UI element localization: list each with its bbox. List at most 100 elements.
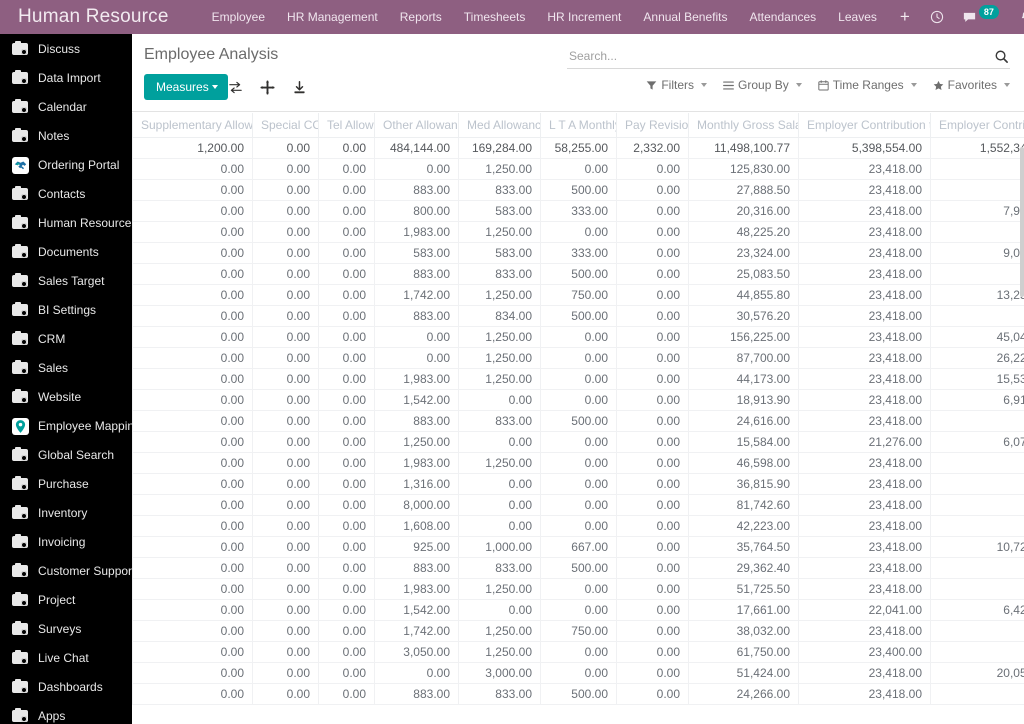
- sidebar-item-documents[interactable]: Documents: [0, 237, 132, 266]
- table-total-row[interactable]: 01,200.000.000.00484,144.00169,284.0058,…: [132, 136, 1024, 159]
- table-row[interactable]: 00.000.000.001,983.001,250.000.000.0044,…: [132, 367, 1024, 390]
- column-header[interactable]: Supplementary Allowance: [132, 113, 253, 138]
- search-input[interactable]: [567, 49, 992, 63]
- top-menu-item-timesheets[interactable]: Timesheets: [453, 0, 537, 34]
- sidebar-item-crm[interactable]: CRM: [0, 324, 132, 353]
- sidebar-item-project[interactable]: Project: [0, 585, 132, 614]
- column-header[interactable]: Pay Revision: [616, 113, 689, 138]
- sidebar-item-sales[interactable]: Sales: [0, 353, 132, 382]
- table-cell: 883.00: [374, 304, 459, 327]
- table-row[interactable]: 00.000.000.00883.00833.00500.000.0024,61…: [132, 409, 1024, 432]
- table-row[interactable]: 00.000.000.003,050.001,250.000.000.0061,…: [132, 640, 1024, 663]
- column-header[interactable]: Employer Contribution to PF: [798, 113, 931, 138]
- sidebar-item-global-search[interactable]: Global Search: [0, 440, 132, 469]
- column-header[interactable]: Employer Contribution to ESI: [930, 113, 1024, 138]
- table-cell: 0.00: [930, 220, 1024, 243]
- sidebar[interactable]: Discuss Data Import Calendar Notes Ordering …: [0, 34, 132, 724]
- sidebar-item-customer-support[interactable]: Customer Support: [0, 556, 132, 585]
- expand-all-icon[interactable]: [254, 74, 280, 100]
- sidebar-item-ordering-portal[interactable]: Ordering Portal: [0, 150, 132, 179]
- sidebar-item-inventory[interactable]: Inventory: [0, 498, 132, 527]
- search-icon[interactable]: [992, 47, 1010, 65]
- top-menu-item-reports[interactable]: Reports: [389, 0, 453, 34]
- table-row[interactable]: 00.000.000.001,742.001,250.00750.000.003…: [132, 619, 1024, 642]
- table-row[interactable]: 00.000.000.00883.00834.00500.000.0030,57…: [132, 304, 1024, 327]
- table-row[interactable]: 00.000.000.001,983.001,250.000.000.0046,…: [132, 451, 1024, 474]
- map-pin-icon: [12, 417, 29, 435]
- top-menu-item-hr-increment[interactable]: HR Increment: [536, 0, 632, 34]
- sidebar-item-bi-settings[interactable]: BI Settings: [0, 295, 132, 324]
- column-header[interactable]: Med Allowance: [458, 113, 541, 138]
- table-row[interactable]: 00.000.000.000.001,250.000.000.0087,700.…: [132, 346, 1024, 369]
- column-header[interactable]: Monthly Gross Salary: [688, 113, 799, 138]
- column-header[interactable]: Special CCA: [252, 113, 319, 138]
- table-row[interactable]: 00.000.000.000.003,000.000.000.0051,424.…: [132, 661, 1024, 684]
- sidebar-item-notes[interactable]: Notes: [0, 121, 132, 150]
- table-row[interactable]: 00.000.000.001,983.001,250.000.000.0051,…: [132, 577, 1024, 600]
- chevron-down-icon: [211, 85, 218, 89]
- column-header[interactable]: Tel Allow.: [318, 113, 375, 138]
- facet-group-by[interactable]: Group By: [723, 78, 802, 92]
- sidebar-item-invoicing[interactable]: Invoicing: [0, 527, 132, 556]
- messages-button[interactable]: 87: [954, 0, 1009, 34]
- sidebar-item-human-resource[interactable]: Human Resource: [0, 208, 132, 237]
- sidebar-item-sales-target[interactable]: Sales Target: [0, 266, 132, 295]
- chat-icon: [963, 12, 975, 22]
- table-row[interactable]: 00.000.000.00883.00833.00500.000.0025,08…: [132, 262, 1024, 285]
- sidebar-item-contacts[interactable]: Contacts: [0, 179, 132, 208]
- table-row[interactable]: 00.000.000.000.001,250.000.000.00125,830…: [132, 157, 1024, 180]
- facet-label: Group By: [738, 78, 789, 92]
- column-header[interactable]: L T A Monthly: [540, 113, 617, 138]
- table-row[interactable]: 00.000.000.008,000.000.000.000.0081,742.…: [132, 493, 1024, 516]
- app-brand[interactable]: Human Resource: [0, 6, 183, 28]
- table-cell: 0.00: [252, 409, 319, 432]
- table-row[interactable]: 00.000.000.00883.00833.00500.000.0024,26…: [132, 682, 1024, 705]
- pivot-table-scroll[interactable]: eSupplementary AllowanceSpecial CCATel A…: [132, 113, 1024, 724]
- table-row[interactable]: 00.000.000.000.001,250.000.000.00156,225…: [132, 325, 1024, 348]
- facet-time-ranges[interactable]: Time Ranges: [818, 78, 917, 92]
- table-row[interactable]: 00.000.000.00800.00583.00333.000.0020,31…: [132, 199, 1024, 222]
- vertical-scrollbar[interactable]: [1020, 147, 1024, 724]
- table-row[interactable]: 00.000.000.00883.00833.00500.000.0029,36…: [132, 556, 1024, 579]
- table-row[interactable]: 00.000.000.001,542.000.000.000.0017,661.…: [132, 598, 1024, 621]
- sidebar-item-surveys[interactable]: Surveys: [0, 614, 132, 643]
- download-xlsx-icon[interactable]: [286, 74, 312, 100]
- sidebar-item-apps[interactable]: Apps: [0, 701, 132, 724]
- search-bar[interactable]: [567, 44, 1010, 69]
- table-row[interactable]: 00.000.000.001,316.000.000.000.0036,815.…: [132, 472, 1024, 495]
- flip-axis-icon[interactable]: [222, 74, 248, 100]
- table-row[interactable]: 00.000.000.00883.00833.00500.000.0027,88…: [132, 178, 1024, 201]
- table-cell: 61,750.00: [688, 640, 799, 663]
- table-cell: 583.00: [458, 199, 541, 222]
- table-row[interactable]: 00.000.000.001,608.000.000.000.0042,223.…: [132, 514, 1024, 537]
- facet-filters[interactable]: Filters: [646, 78, 708, 92]
- table-row[interactable]: 00.000.000.00583.00583.00333.000.0023,32…: [132, 241, 1024, 264]
- top-menu-item-leaves[interactable]: Leaves: [827, 0, 888, 34]
- sidebar-item-live-chat[interactable]: Live Chat: [0, 643, 132, 672]
- sidebar-item-discuss[interactable]: Discuss: [0, 34, 132, 63]
- sidebar-item-calendar[interactable]: Calendar: [0, 92, 132, 121]
- sidebar-item-employee-mapping[interactable]: Employee Mapping: [0, 411, 132, 440]
- facet-favorites[interactable]: Favorites: [933, 78, 1010, 92]
- table-row[interactable]: 00.000.000.001,742.001,250.00750.000.004…: [132, 283, 1024, 306]
- sidebar-item-purchase[interactable]: Purchase: [0, 469, 132, 498]
- table-cell: 1,250.00: [458, 367, 541, 390]
- sidebar-item-website[interactable]: Website: [0, 382, 132, 411]
- notifications-button[interactable]: [1011, 0, 1024, 34]
- table-row[interactable]: 00.000.000.001,542.000.000.000.0018,913.…: [132, 388, 1024, 411]
- scrollbar-thumb[interactable]: [1020, 147, 1024, 297]
- top-menu-item-annual-benefits[interactable]: Annual Benefits: [632, 0, 738, 34]
- add-menu-button[interactable]: +: [888, 0, 922, 34]
- column-header[interactable]: Other Allowance: [374, 113, 459, 138]
- top-menu-item-attendances[interactable]: Attendances: [738, 0, 827, 34]
- sidebar-item-dashboards[interactable]: Dashboards: [0, 672, 132, 701]
- top-menu-item-hr-management[interactable]: HR Management: [276, 0, 389, 34]
- pivot-table-head: eSupplementary AllowanceSpecial CCATel A…: [132, 113, 1024, 138]
- table-row[interactable]: 00.000.000.00925.001,000.00667.000.0035,…: [132, 535, 1024, 558]
- activity-button[interactable]: [922, 0, 952, 34]
- table-row[interactable]: 00.000.000.001,250.000.000.000.0015,584.…: [132, 430, 1024, 453]
- table-row[interactable]: 00.000.000.001,983.001,250.000.000.0048,…: [132, 220, 1024, 243]
- sidebar-item-data-import[interactable]: Data Import: [0, 63, 132, 92]
- measures-button[interactable]: Measures: [144, 74, 228, 100]
- top-menu-item-employee[interactable]: Employee: [201, 0, 276, 34]
